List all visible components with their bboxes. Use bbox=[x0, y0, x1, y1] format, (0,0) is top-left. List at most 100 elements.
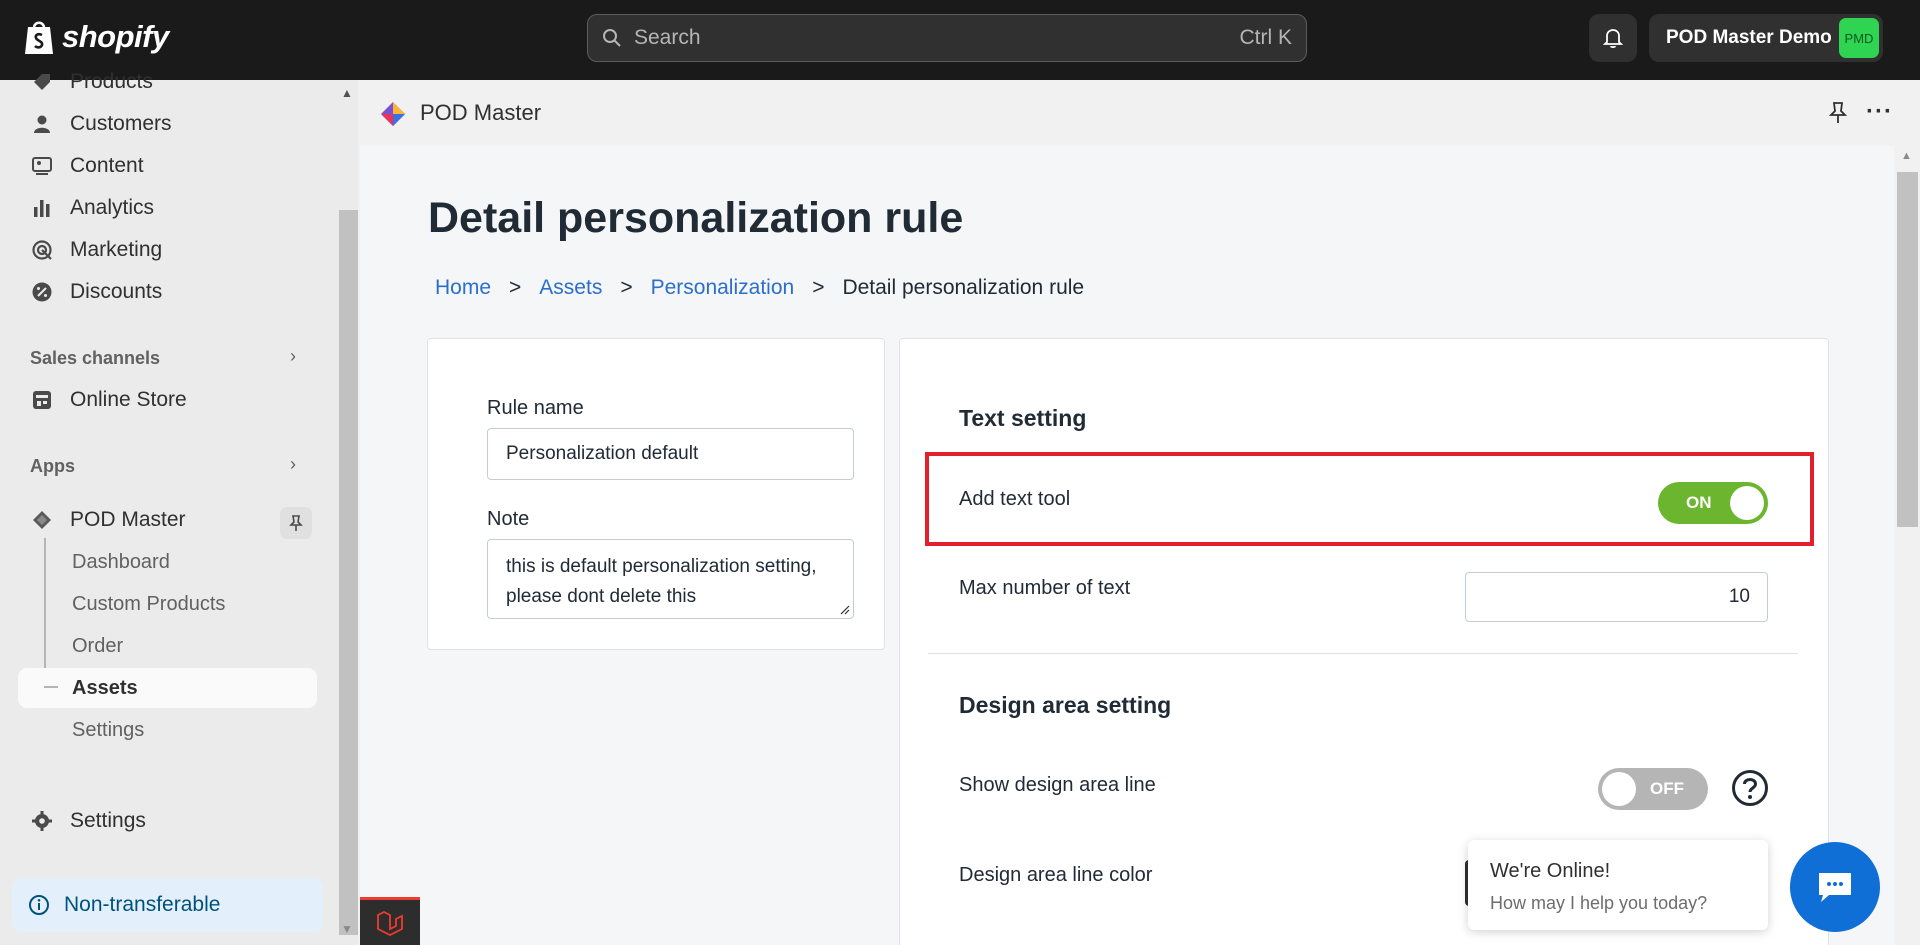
scroll-up-icon[interactable]: ▲ bbox=[341, 86, 353, 100]
divider bbox=[928, 653, 1798, 654]
gear-icon bbox=[30, 809, 54, 833]
pin-app-button[interactable] bbox=[280, 507, 312, 539]
store-name: POD Master Demo bbox=[1666, 27, 1832, 48]
content-scrollbar-thumb[interactable] bbox=[1897, 172, 1918, 527]
sidebar-item-order[interactable]: Order bbox=[72, 635, 123, 658]
notifications-button[interactable] bbox=[1589, 14, 1637, 62]
help-icon[interactable] bbox=[1731, 769, 1769, 807]
search-bar[interactable]: Search Ctrl K bbox=[587, 14, 1307, 62]
sidebar-item-label: Content bbox=[70, 154, 144, 177]
bar-chart-icon bbox=[30, 196, 54, 220]
info-icon bbox=[29, 895, 49, 915]
breadcrumb-home[interactable]: Home bbox=[435, 276, 491, 300]
discount-icon bbox=[30, 280, 54, 304]
target-icon bbox=[30, 238, 54, 262]
person-icon bbox=[30, 112, 54, 136]
non-transferable-label: Non-transferable bbox=[64, 893, 221, 916]
sidebar-item-analytics[interactable]: Analytics bbox=[30, 188, 154, 228]
apps-heading[interactable]: Apps bbox=[30, 456, 75, 477]
add-text-tool-toggle[interactable]: ON bbox=[1658, 482, 1768, 524]
page-title: Detail personalization rule bbox=[428, 194, 964, 242]
shopify-bag-icon bbox=[25, 21, 53, 54]
tree-line bbox=[44, 538, 46, 688]
max-text-label: Max number of text bbox=[959, 577, 1131, 599]
image-icon bbox=[30, 154, 54, 178]
sidebar-item-label: Discounts bbox=[70, 280, 163, 303]
more-actions-icon[interactable]: ··· bbox=[1866, 98, 1893, 126]
chat-button[interactable] bbox=[1790, 842, 1880, 932]
toggle-knob bbox=[1602, 772, 1636, 806]
bell-icon bbox=[1602, 29, 1624, 49]
laravel-icon bbox=[377, 910, 403, 936]
sales-channels-heading[interactable]: Sales channels bbox=[30, 348, 160, 369]
sidebar-item-label: Customers bbox=[70, 112, 172, 135]
breadcrumb-separator: > bbox=[509, 276, 522, 299]
chat-subtitle: How may I help you today? bbox=[1490, 893, 1708, 913]
top-bar: shopify Search Ctrl K POD Master Demo PM… bbox=[0, 0, 1920, 80]
note-label: Note bbox=[487, 508, 530, 530]
toggle-knob bbox=[1730, 486, 1764, 520]
sidebar-item-label: Products bbox=[70, 70, 153, 93]
sidebar-item-custom-products[interactable]: Custom Products bbox=[72, 593, 225, 616]
sidebar-item-marketing[interactable]: Marketing bbox=[30, 230, 162, 270]
breadcrumb-assets[interactable]: Assets bbox=[539, 276, 602, 300]
pin-icon[interactable] bbox=[1827, 101, 1849, 125]
store-icon bbox=[30, 388, 54, 412]
resize-handle-icon[interactable] bbox=[840, 605, 850, 615]
breadcrumb-personalization[interactable]: Personalization bbox=[651, 276, 795, 300]
sidebar-item-pod-master[interactable]: POD Master bbox=[30, 500, 186, 540]
search-placeholder: Search bbox=[634, 26, 701, 49]
sidebar-item-label: Analytics bbox=[70, 196, 155, 219]
sidebar-item-label: Settings bbox=[70, 809, 146, 832]
sidebar-item-online-store[interactable]: Online Store bbox=[30, 380, 187, 420]
rule-name-input[interactable]: Personalization default bbox=[487, 428, 854, 480]
search-shortcut: Ctrl K bbox=[1239, 26, 1293, 49]
chat-bubble[interactable]: We're Online! How may I help you today? bbox=[1468, 840, 1768, 930]
brand-name: shopify bbox=[62, 19, 169, 54]
show-design-line-toggle[interactable]: OFF bbox=[1598, 768, 1708, 810]
pod-master-logo-icon bbox=[381, 102, 405, 126]
design-line-color-label: Design area line color bbox=[959, 864, 1153, 886]
breadcrumb-current: Detail personalization rule bbox=[842, 276, 1085, 299]
sidebar-item-discounts[interactable]: Discounts bbox=[30, 272, 162, 312]
chat-icon bbox=[1819, 873, 1851, 902]
text-setting-title: Text setting bbox=[959, 405, 1087, 431]
note-text: this is default personalization setting,… bbox=[506, 556, 817, 607]
avatar: PMD bbox=[1839, 18, 1879, 58]
sidebar-item-assets[interactable]: Assets bbox=[72, 677, 138, 700]
chat-title: We're Online! bbox=[1490, 860, 1611, 882]
store-menu-button[interactable]: POD Master Demo PMD bbox=[1649, 14, 1883, 62]
breadcrumb-separator: > bbox=[812, 276, 825, 299]
tree-elbow bbox=[44, 686, 58, 688]
non-transferable-banner[interactable]: Non-transferable bbox=[12, 878, 323, 932]
sidebar-item-assets-active-bg bbox=[18, 668, 317, 708]
breadcrumb: Home > Assets > Personalization > Detail… bbox=[435, 276, 1084, 300]
sidebar-item-content[interactable]: Content bbox=[30, 146, 144, 186]
max-text-input[interactable]: 10 bbox=[1465, 572, 1768, 622]
rule-name-label: Rule name bbox=[487, 397, 584, 419]
sidebar-item-label: Marketing bbox=[70, 238, 163, 261]
chevron-right-icon[interactable]: › bbox=[290, 346, 296, 367]
pin-icon bbox=[289, 515, 303, 531]
pod-master-app-icon bbox=[30, 508, 54, 532]
app-title: POD Master bbox=[420, 100, 542, 125]
sidebar-item-settings[interactable]: Settings bbox=[30, 801, 146, 841]
sidebar-item-label: POD Master bbox=[70, 508, 186, 531]
sidebar-item-dashboard[interactable]: Dashboard bbox=[72, 551, 170, 574]
sidebar-item-products[interactable]: Products bbox=[30, 62, 153, 102]
sidebar-item-app-settings[interactable]: Settings bbox=[72, 719, 144, 742]
sidebar-item-customers[interactable]: Customers bbox=[30, 104, 172, 144]
sidebar-scrollbar-thumb[interactable] bbox=[339, 210, 358, 935]
add-text-tool-label: Add text tool bbox=[959, 488, 1071, 510]
scroll-down-icon[interactable]: ▼ bbox=[341, 922, 353, 936]
app-header bbox=[358, 80, 1920, 146]
toggle-state-label: ON bbox=[1686, 493, 1712, 512]
laravel-debug-badge[interactable] bbox=[360, 897, 420, 945]
chevron-right-icon[interactable]: › bbox=[290, 454, 296, 475]
show-design-line-label: Show design area line bbox=[959, 774, 1156, 796]
scroll-up-icon[interactable]: ▲ bbox=[1901, 150, 1912, 162]
shopify-logo[interactable]: shopify bbox=[22, 18, 169, 56]
design-area-title: Design area setting bbox=[959, 692, 1172, 718]
note-textarea[interactable]: this is default personalization setting,… bbox=[487, 539, 854, 619]
breadcrumb-separator: > bbox=[620, 276, 633, 299]
